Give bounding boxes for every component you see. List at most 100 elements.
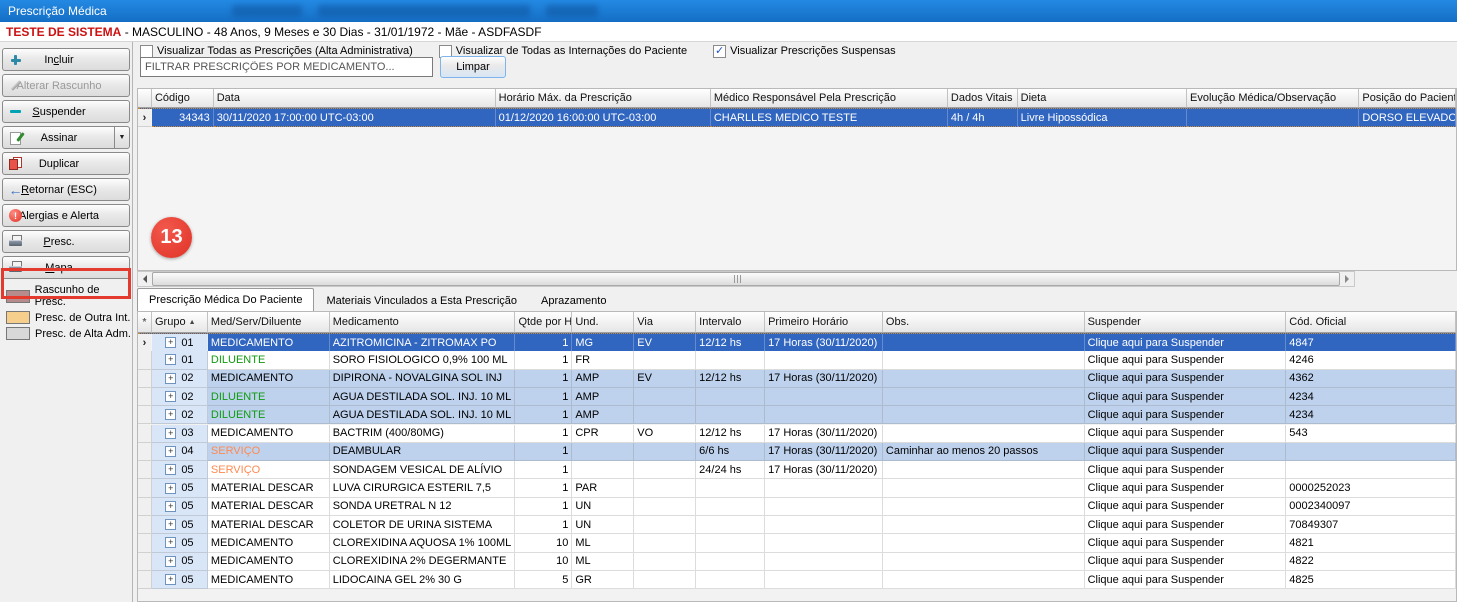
sign-icon (8, 131, 23, 145)
expand-row-icon[interactable]: + (165, 354, 176, 365)
view-filter-checkbox-0[interactable]: Visualizar Todas as Prescrições (Alta Ad… (140, 45, 413, 58)
expand-row-icon[interactable]: + (165, 391, 176, 402)
items-grid-header[interactable]: * Grupo▲Med/Serv/DiluenteMedicamentoQtde … (138, 312, 1456, 333)
mapa-button[interactable]: Mapa (2, 256, 130, 279)
incluir-button[interactable]: Incluir (2, 48, 130, 71)
expand-row-icon[interactable]: + (165, 483, 176, 494)
expand-row-icon[interactable]: + (165, 464, 176, 475)
tab-1[interactable]: Materiais Vinculados a Esta Prescrição (314, 290, 529, 311)
cell-dieta: Livre Hipossódica (1018, 109, 1187, 127)
item-row[interactable]: +04SERVIÇODEAMBULAR16/6 hs17 Horas (30/1… (138, 443, 1456, 461)
prescription-row[interactable]: ›3434330/11/2020 17:00:00 UTC-03:0001/12… (138, 108, 1456, 127)
column-header-grupo[interactable]: Grupo▲ (152, 312, 208, 333)
item-row[interactable]: +05MEDICAMENTOCLOREXIDINA AQUOSA 1% 100M… (138, 534, 1456, 552)
expand-row-icon[interactable]: + (165, 409, 176, 420)
presc-button[interactable]: Presc. (2, 230, 130, 253)
expand-row-icon[interactable]: + (165, 337, 176, 348)
item-row[interactable]: +05MATERIAL DESCARCOLETOR DE URINA SISTE… (138, 516, 1456, 534)
horizontal-scrollbar[interactable] (137, 271, 1355, 287)
suspend-link[interactable]: Clique aqui para Suspender (1085, 425, 1287, 443)
column-header-intervalo[interactable]: Intervalo (696, 312, 765, 333)
redacted-title-text (546, 5, 598, 17)
clear-filter-button[interactable]: Limpar (440, 56, 506, 78)
expand-row-icon[interactable]: + (165, 537, 176, 548)
grid-customize-icon[interactable]: * (143, 317, 147, 328)
column-header[interactable]: Posição do Paciente (1359, 89, 1456, 108)
add-icon (8, 53, 23, 67)
column-header[interactable]: Evolução Médica/Observação (1187, 89, 1359, 108)
column-header[interactable]: Código (152, 89, 214, 108)
column-header[interactable]: Dieta (1018, 89, 1187, 108)
checkbox-unchecked-icon[interactable] (140, 45, 153, 58)
assinar-button[interactable]: Assinar▼ (2, 126, 130, 149)
column-header-primeiro-hor-rio[interactable]: Primeiro Horário (765, 312, 883, 333)
item-row[interactable]: +05MATERIAL DESCARSONDA URETRAL N 121UNC… (138, 498, 1456, 516)
suspend-link[interactable]: Clique aqui para Suspender (1085, 461, 1287, 479)
suspend-link[interactable]: Clique aqui para Suspender (1085, 406, 1287, 424)
expand-row-icon[interactable]: + (165, 556, 176, 567)
legend-item: Presc. de Outra Int. (6, 311, 132, 324)
duplicar-button[interactable]: Duplicar (2, 152, 130, 175)
column-header-medicamento[interactable]: Medicamento (330, 312, 516, 333)
suspend-link[interactable]: Clique aqui para Suspender (1085, 443, 1287, 461)
column-header[interactable]: Dados Vitais (948, 89, 1018, 108)
suspend-link[interactable]: Clique aqui para Suspender (1085, 370, 1287, 388)
item-row[interactable]: +02MEDICAMENTODIPIRONA - NOVALGINA SOL I… (138, 370, 1456, 388)
item-row[interactable]: +05MEDICAMENTOCLOREXIDINA 2% DEGERMANTE1… (138, 553, 1456, 571)
patient-info-bar: TESTE DE SISTEMA - MASCULINO - 48 Anos, … (0, 22, 1457, 42)
cell-medicamento: SORO FISIOLOGICO 0,9% 100 ML (330, 351, 516, 369)
suspend-link[interactable]: Clique aqui para Suspender (1085, 351, 1287, 369)
tab-0[interactable]: Prescrição Médica Do Paciente (137, 288, 314, 311)
column-header-via[interactable]: Via (634, 312, 696, 333)
column-header[interactable]: Médico Responsável Pela Prescrição (711, 89, 948, 108)
column-header-suspender[interactable]: Suspender (1085, 312, 1287, 333)
view-filter-checkbox-2[interactable]: ✓Visualizar Prescrições Suspensas (713, 45, 895, 58)
checkbox-checked-icon[interactable]: ✓ (713, 45, 726, 58)
alterar-rascunho-button[interactable]: Alterar Rascunho (2, 74, 130, 97)
expand-row-icon[interactable]: + (165, 574, 176, 585)
scroll-left-arrow-icon[interactable] (138, 272, 151, 286)
item-row[interactable]: +03MEDICAMENTOBACTRIM (400/80MG)1CPRVO12… (138, 425, 1456, 443)
suspender-button[interactable]: Suspender (2, 100, 130, 123)
scrollbar-thumb[interactable] (152, 272, 1340, 286)
item-row[interactable]: +02DILUENTEAGUA DESTILADA SOL. INJ. 10 M… (138, 388, 1456, 406)
suspend-link[interactable]: Clique aqui para Suspender (1085, 553, 1287, 571)
item-row[interactable]: +02DILUENTEAGUA DESTILADA SOL. INJ. 10 M… (138, 406, 1456, 424)
selected-row-indicator-icon: › (138, 334, 152, 352)
prescriptions-grid-header[interactable]: CódigoDataHorário Máx. da PrescriçãoMédi… (138, 89, 1456, 108)
item-row[interactable]: +05MEDICAMENTOLIDOCAINA GEL 2% 30 G5GRCl… (138, 571, 1456, 589)
item-row[interactable]: +01DILUENTESORO FISIOLOGICO 0,9% 100 ML1… (138, 351, 1456, 369)
column-header-obs-[interactable]: Obs. (883, 312, 1085, 333)
cell-cod-oficial: 4246 (1286, 351, 1456, 369)
column-header-c-d-oficial[interactable]: Cód. Oficial (1286, 312, 1456, 333)
expand-row-icon[interactable]: + (165, 373, 176, 384)
column-header[interactable]: Data (214, 89, 496, 108)
pencil-icon (8, 79, 23, 93)
suspend-link[interactable]: Clique aqui para Suspender (1085, 516, 1287, 534)
suspend-link[interactable]: Clique aqui para Suspender (1085, 334, 1287, 352)
sort-ascending-icon: ▲ (189, 319, 196, 326)
dropdown-arrow-icon[interactable]: ▼ (114, 127, 129, 148)
expand-row-icon[interactable]: + (165, 428, 176, 439)
retornar-button[interactable]: ←Retornar (ESC) (2, 178, 130, 201)
column-header-und-[interactable]: Und. (572, 312, 634, 333)
item-row[interactable]: +05MATERIAL DESCARLUVA CIRURGICA ESTERIL… (138, 479, 1456, 497)
scroll-right-arrow-icon[interactable] (1341, 272, 1354, 286)
column-header-qtde-por-hora[interactable]: Qtde por Hora (515, 312, 572, 333)
expand-row-icon[interactable]: + (165, 501, 176, 512)
expand-row-icon[interactable]: + (165, 446, 176, 457)
filter-medication-input[interactable] (140, 57, 433, 77)
expand-row-icon[interactable]: + (165, 519, 176, 530)
suspend-link[interactable]: Clique aqui para Suspender (1085, 498, 1287, 516)
suspend-link[interactable]: Clique aqui para Suspender (1085, 571, 1287, 589)
suspend-link[interactable]: Clique aqui para Suspender (1085, 479, 1287, 497)
tab-2[interactable]: Aprazamento (529, 290, 618, 311)
suspend-link[interactable]: Clique aqui para Suspender (1085, 534, 1287, 552)
column-header[interactable]: Horário Máx. da Prescrição (496, 89, 711, 108)
column-header-med-serv-diluente[interactable]: Med/Serv/Diluente (208, 312, 330, 333)
item-row[interactable]: +05SERVIÇOSONDAGEM VESICAL DE ALÍVIO124/… (138, 461, 1456, 479)
suspend-link[interactable]: Clique aqui para Suspender (1085, 388, 1287, 406)
alergias-alerta-button[interactable]: !Alergias e Alerta (2, 204, 130, 227)
item-row[interactable]: ›+01MEDICAMENTOAZITROMICINA - ZITROMAX P… (138, 333, 1456, 352)
cell-via (634, 498, 696, 516)
